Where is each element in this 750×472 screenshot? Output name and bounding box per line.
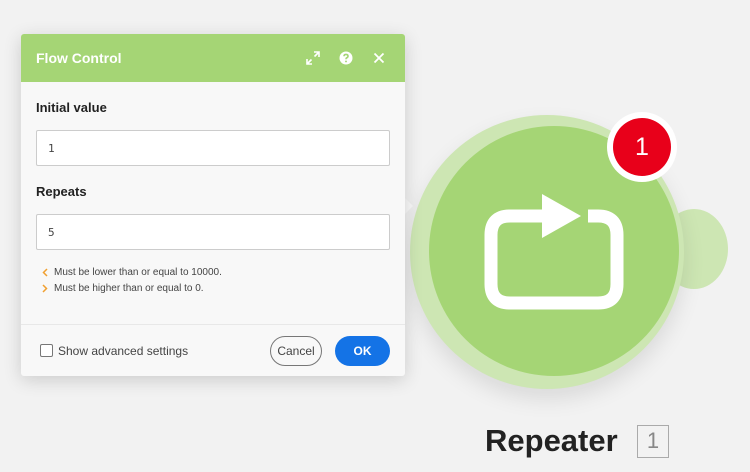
- flow-control-dialog: Flow Control Initial value 1 Repeats 5 M…: [21, 34, 405, 376]
- advanced-settings-toggle[interactable]: Show advanced settings: [40, 344, 270, 358]
- chevron-right-icon: [36, 283, 54, 293]
- ok-button[interactable]: OK: [335, 335, 390, 366]
- advanced-settings-checkbox[interactable]: [40, 344, 53, 357]
- cancel-button[interactable]: Cancel: [270, 335, 322, 366]
- help-icon[interactable]: [335, 47, 357, 69]
- initial-value-label: Initial value: [36, 100, 107, 115]
- dialog-header: Flow Control: [21, 34, 405, 82]
- hint-text: Must be higher than or equal to 0.: [54, 282, 204, 294]
- dialog-body: Initial value Repeats Must be lower than…: [21, 82, 405, 324]
- repeats-label: Repeats: [36, 184, 87, 199]
- dialog-footer: Show advanced settings Cancel OK: [21, 324, 405, 376]
- validation-hints: Must be lower than or equal to 10000. Mu…: [36, 264, 390, 296]
- initial-value-input[interactable]: [36, 130, 390, 166]
- scenario-canvas: 1 Repeater 1 Flow Control Initial value …: [0, 0, 750, 472]
- module-name: Repeater: [485, 423, 618, 458]
- operations-badge: 1: [607, 112, 677, 182]
- chevron-left-icon: [36, 267, 54, 277]
- badge-count: 1: [613, 118, 671, 176]
- repeats-field: Repeats: [36, 184, 390, 250]
- hint-min: Must be higher than or equal to 0.: [36, 280, 390, 296]
- advanced-settings-label: Show advanced settings: [58, 343, 189, 358]
- repeat-icon: [484, 194, 624, 310]
- dialog-title: Flow Control: [36, 50, 122, 66]
- initial-value-field: Initial value: [36, 100, 390, 166]
- repeats-input[interactable]: [36, 214, 390, 250]
- hint-text: Must be lower than or equal to 10000.: [54, 266, 222, 278]
- close-icon[interactable]: [368, 47, 390, 69]
- module-id: 1: [637, 425, 669, 458]
- expand-icon[interactable]: [302, 47, 324, 69]
- hint-max: Must be lower than or equal to 10000.: [36, 264, 390, 280]
